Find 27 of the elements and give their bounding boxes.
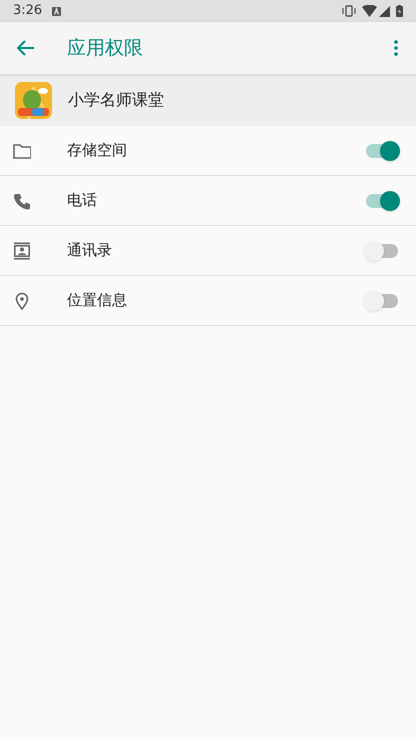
battery-icon xyxy=(396,5,403,17)
permission-label: 存储空间 xyxy=(67,140,128,162)
more-icon xyxy=(394,40,398,56)
app-icon xyxy=(15,82,52,118)
folder-icon xyxy=(13,142,31,160)
wifi-icon xyxy=(362,5,377,17)
clock: 3:26 xyxy=(13,2,42,20)
permission-row[interactable]: 存储空间 xyxy=(0,126,416,176)
signal-icon xyxy=(379,6,390,16)
permission-row[interactable]: 电话 xyxy=(0,176,416,226)
toggle-switch[interactable] xyxy=(364,190,400,212)
notification-icon xyxy=(52,6,62,16)
permission-label: 通讯录 xyxy=(67,240,113,262)
back-arrow-icon xyxy=(17,40,35,56)
contact-card-icon xyxy=(13,242,31,260)
toggle-switch[interactable] xyxy=(364,290,400,312)
phone-icon xyxy=(13,192,31,210)
vibrate-icon xyxy=(342,5,356,17)
permission-row[interactable]: 通讯录 xyxy=(0,226,416,276)
screen-title: 应用权限 xyxy=(67,36,143,61)
location-pin-icon xyxy=(13,292,31,310)
toggle-switch[interactable] xyxy=(364,140,400,162)
permission-label: 电话 xyxy=(67,190,98,212)
permission-row[interactable]: 位置信息 xyxy=(0,276,416,326)
toggle-switch[interactable] xyxy=(364,240,400,262)
permission-label: 位置信息 xyxy=(67,290,128,312)
app-name: 小学名师课堂 xyxy=(68,89,164,111)
